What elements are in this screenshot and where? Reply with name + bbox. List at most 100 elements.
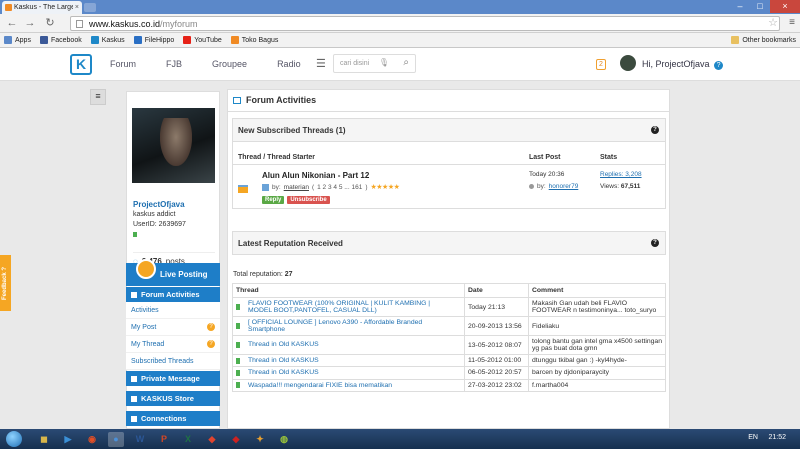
avatar[interactable] (620, 55, 636, 71)
reputation-box: Latest Reputation Received ? (232, 231, 666, 255)
taskbar-app-icon[interactable]: ◆ (228, 432, 244, 447)
hamburger-icon[interactable]: ☰ (316, 57, 326, 70)
rep-thread-link[interactable]: Thread in Old KASKUS (248, 341, 453, 348)
rep-thread-link[interactable]: Thread in Old KASKUS (248, 357, 453, 364)
user-icon (529, 184, 534, 189)
taskbar-app-icon[interactable]: ● (108, 431, 124, 447)
taskbar-app-icon[interactable]: ◍ (276, 432, 292, 447)
clock[interactable]: 21:52 (768, 434, 786, 441)
menu-connections[interactable]: Connections (126, 411, 220, 426)
thread-starter-link[interactable]: materian (284, 184, 309, 191)
total-reputation: Total reputation: 27 (233, 271, 293, 278)
last-poster-link[interactable]: honorer79 (549, 183, 579, 190)
nav-groupee[interactable]: Groupee (212, 59, 247, 69)
bookmark-item[interactable]: Apps (4, 36, 31, 44)
rep-date-cell: 27-03-2012 23:02 (464, 378, 529, 392)
bookmark-item[interactable]: Facebook (39, 36, 82, 44)
browser-tab[interactable]: Kaskus - The Largest Indo × (2, 1, 82, 14)
taskbar-app-icon[interactable]: ✦ (252, 432, 268, 447)
live-posting-button[interactable]: Live Posting (126, 259, 220, 286)
rep-thread-cell: Waspada!!! mengendarai FIXIE bisa memati… (232, 378, 465, 392)
reply-button[interactable]: Reply (262, 196, 285, 204)
close-window-icon[interactable]: × (770, 0, 800, 13)
submenu-item[interactable]: My Post? (126, 319, 220, 336)
new-tab-button[interactable] (84, 3, 96, 12)
unsubscribe-button[interactable]: Unsubscribe (287, 196, 330, 204)
help-icon[interactable]: ? (651, 126, 659, 134)
info-badge-icon: ? (207, 340, 215, 348)
folder-icon (238, 185, 248, 193)
search-input[interactable]: cari disini 🎙 ⌕ (333, 54, 416, 73)
menu-forum-activities[interactable]: Forum Activities (126, 287, 220, 302)
taskbar-app-icon[interactable]: ◆ (204, 432, 220, 447)
bookmark-label: Apps (15, 36, 31, 44)
rep-date-cell: Today 21:13 (464, 297, 529, 317)
reputation-header-row: Thread Date Comment (232, 283, 666, 298)
submenu-item[interactable]: Activities (126, 302, 220, 319)
profile-picture[interactable] (132, 108, 215, 183)
views-count: Views: 67,511 (600, 183, 640, 190)
bookmark-favicon-icon (183, 36, 192, 44)
bookmark-item[interactable]: FileHippo (133, 36, 174, 44)
notification-badge[interactable]: 2 (596, 59, 606, 70)
bookmark-favicon-icon (133, 36, 142, 44)
rep-thread-cell: Thread in Old KASKUS (232, 366, 465, 380)
rep-thread-link[interactable]: Thread in Old KASKUS (248, 369, 453, 376)
other-bookmarks[interactable]: Other bookmarks (731, 36, 796, 44)
kaskus-logo[interactable]: K (70, 54, 92, 75)
profile-username[interactable]: ProjectOfjava (133, 200, 185, 209)
page-links[interactable]: 1 2 3 4 5 ... 161 (317, 184, 362, 191)
rep-thread-link[interactable]: [ OFFICIAL LOUNGE ] Lenovo A390 - Afford… (248, 319, 453, 333)
nav-fjb[interactable]: FJB (166, 59, 182, 69)
menu-kaskus-store[interactable]: KASKUS Store (126, 391, 220, 406)
nav-forum[interactable]: Forum (110, 59, 136, 69)
maximize-icon[interactable]: □ (750, 0, 770, 13)
nav-radio[interactable]: Radio (277, 59, 301, 69)
forward-icon[interactable]: → (24, 17, 36, 29)
bookmark-label: Facebook (50, 36, 82, 44)
help-icon[interactable]: ? (714, 61, 724, 70)
language-indicator[interactable]: EN (748, 434, 758, 441)
connections-icon (131, 415, 137, 422)
bookmark-item[interactable]: Toko Bagus (230, 36, 278, 44)
taskbar-app-icon[interactable]: ◼ (36, 432, 52, 447)
submenu-item-label: My Post (131, 323, 157, 331)
minimize-icon[interactable]: – (730, 0, 750, 13)
taskbar-app-icon[interactable]: ▶ (60, 432, 76, 447)
replies-link[interactable]: Replies: 3,208 (600, 171, 642, 178)
taskbar-app-icon[interactable]: X (180, 432, 196, 447)
submenu-item[interactable]: Subscribed Threads (126, 353, 220, 370)
bookmark-item[interactable]: YouTube (183, 36, 222, 44)
menu-private-message-label: Private Message (141, 374, 200, 383)
start-button[interactable] (6, 431, 22, 447)
taskbar-app-icon[interactable]: W (132, 432, 148, 447)
sidebar-toggle-icon[interactable]: ≡ (90, 89, 106, 105)
taskbar-app-icon[interactable]: P (156, 432, 172, 447)
search-icon[interactable]: ⌕ (403, 57, 409, 68)
bookmark-favicon-icon (39, 36, 48, 44)
help-icon[interactable]: ? (651, 239, 659, 247)
rep-thread-link[interactable]: FLAVIO FOOTWEAR (100% ORIGINAL | KULIT K… (248, 300, 453, 314)
tab-close-icon[interactable]: × (75, 4, 79, 11)
menu-private-message[interactable]: Private Message (126, 371, 220, 386)
bookmark-star-icon[interactable]: ☆ (768, 16, 778, 29)
menu-kaskus-store-label: KASKUS Store (141, 394, 194, 403)
browser-toolbar: ← → ↻ www.kaskus.co.id/myforum ☆ ≡ (0, 14, 800, 33)
menu-forum-activities-label: Forum Activities (141, 290, 200, 299)
taskbar-app-icon[interactable]: ◉ (84, 432, 100, 447)
reload-icon[interactable]: ↻ (44, 17, 56, 29)
submenu-item[interactable]: My Thread? (126, 336, 220, 353)
back-icon[interactable]: ← (6, 17, 18, 29)
microphone-icon[interactable]: 🎙 (379, 58, 389, 67)
subscribed-threads-heading: New Subscribed Threads (1) ? (233, 119, 665, 142)
table-row: FLAVIO FOOTWEAR (100% ORIGINAL | KULIT K… (232, 297, 666, 317)
rep-thread-link[interactable]: Waspada!!! mengendarai FIXIE bisa memati… (248, 382, 453, 389)
reputation-icon (236, 341, 240, 348)
user-greeting[interactable]: Hi, ProjectOfjava ? (642, 59, 724, 70)
bookmark-item[interactable]: Kaskus (90, 36, 125, 44)
thread-title-link[interactable]: Alun Alun Nikonian - Part 12 (262, 171, 369, 180)
address-bar[interactable]: www.kaskus.co.id/myforum (70, 16, 780, 31)
feedback-tab[interactable]: Feedback ? (0, 255, 11, 311)
thread-actions: Reply Unsubscribe (262, 196, 330, 204)
browser-menu-icon[interactable]: ≡ (789, 17, 795, 28)
